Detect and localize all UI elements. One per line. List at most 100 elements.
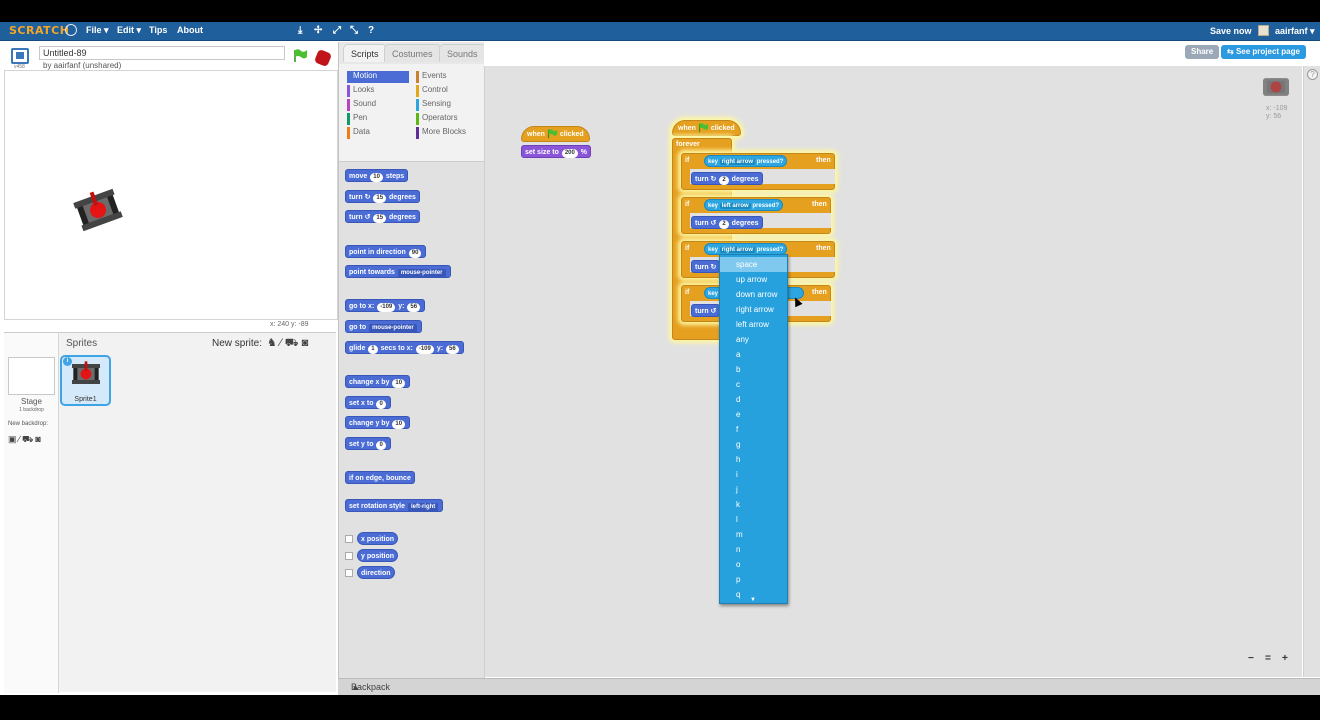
- backpack-bar[interactable]: Backpack ▲: [338, 678, 1320, 695]
- block-turn-right-2[interactable]: turn ↻ 2 degrees: [691, 172, 763, 185]
- block-turn-right-3[interactable]: turn ↻: [691, 260, 721, 273]
- info-icon[interactable]: i: [63, 357, 72, 366]
- key-pressed-sensor-2[interactable]: key left arrow pressed?: [704, 199, 784, 211]
- block-go-to-xy[interactable]: go to x: -109 y: 56: [345, 299, 426, 312]
- dropdown-option[interactable]: k: [720, 497, 787, 512]
- sprite-library-icon[interactable]: ♞: [267, 337, 280, 349]
- reporter-x-position[interactable]: x position: [357, 532, 399, 545]
- stage-canvas[interactable]: [4, 70, 338, 320]
- dropdown-option[interactable]: down arrow: [720, 287, 787, 302]
- sprite-thumbnail-sprite1[interactable]: i Sprite1: [60, 355, 111, 406]
- dropdown-option[interactable]: n: [720, 542, 787, 557]
- category-operators[interactable]: Operators: [416, 113, 458, 125]
- dropdown-option[interactable]: p: [720, 572, 787, 587]
- scripts-area[interactable]: when clicked set size to 200 % when clicke…: [484, 66, 1302, 677]
- category-sound[interactable]: Sound: [347, 99, 376, 111]
- project-title-input[interactable]: [39, 46, 285, 60]
- block-set-size[interactable]: set size to 200 %: [521, 145, 592, 158]
- language-globe-icon[interactable]: [65, 24, 77, 36]
- direction-checkbox[interactable]: [345, 569, 353, 577]
- block-help-icon[interactable]: ?: [368, 25, 374, 36]
- dropdown-option[interactable]: d: [720, 392, 787, 407]
- dropdown-option[interactable]: e: [720, 407, 787, 422]
- block-set-rotation-style[interactable]: set rotation style left-right: [345, 499, 444, 512]
- grow-icon[interactable]: ⤢: [333, 25, 341, 36]
- tank-sprite[interactable]: [72, 185, 124, 235]
- dropdown-option[interactable]: up arrow: [720, 272, 787, 287]
- dropdown-option[interactable]: space: [720, 257, 787, 272]
- see-project-page-button[interactable]: ⇆ See project page: [1221, 45, 1306, 59]
- menu-edit[interactable]: Edit ▾: [117, 25, 141, 36]
- dropdown-option[interactable]: l: [720, 512, 787, 527]
- upload-sprite-icon[interactable]: ⛟: [285, 337, 302, 349]
- key-pressed-sensor-1[interactable]: key right arrow pressed?: [704, 155, 788, 167]
- block-turn-right[interactable]: turn ↻ 15 degrees: [345, 190, 420, 203]
- share-button[interactable]: Share: [1185, 45, 1220, 59]
- dropdown-option[interactable]: right arrow: [720, 302, 787, 317]
- scratch-logo[interactable]: SCRATCH: [6, 24, 72, 39]
- user-menu[interactable]: aairfanf ▾: [1275, 26, 1315, 37]
- dropdown-option[interactable]: m: [720, 527, 787, 542]
- delete-cut-icon[interactable]: ✢: [314, 25, 322, 36]
- upload-backdrop-icon[interactable]: ⛟: [22, 434, 35, 444]
- help-icon[interactable]: ?: [1307, 69, 1318, 80]
- category-data[interactable]: Data: [347, 127, 370, 139]
- dropdown-option[interactable]: b: [720, 362, 787, 377]
- camera-sprite-icon[interactable]: ◙: [302, 337, 312, 349]
- tab-scripts[interactable]: Scripts: [343, 44, 387, 62]
- save-now-link[interactable]: Save now: [1210, 26, 1252, 36]
- block-turn-left-2[interactable]: turn ↺ 2 degrees: [691, 216, 763, 229]
- block-turn-left-3[interactable]: turn ↺: [691, 304, 721, 317]
- y-position-checkbox[interactable]: [345, 552, 353, 560]
- dropdown-option[interactable]: c: [720, 377, 787, 392]
- menu-tips[interactable]: Tips: [149, 25, 167, 35]
- dropdown-option[interactable]: left arrow: [720, 317, 787, 332]
- dropdown-option[interactable]: g: [720, 437, 787, 452]
- backdrop-library-icon[interactable]: ▣: [8, 434, 19, 444]
- block-turn-left[interactable]: turn ↺ 15 degrees: [345, 210, 420, 223]
- tab-sounds[interactable]: Sounds: [439, 44, 486, 62]
- green-flag-icon[interactable]: [293, 49, 308, 63]
- expand-arrow-icon[interactable]: ▲: [351, 682, 360, 692]
- dropdown-option[interactable]: any: [720, 332, 787, 347]
- block-set-x[interactable]: set x to 0: [345, 396, 391, 409]
- dropdown-option[interactable]: f: [720, 422, 787, 437]
- block-glide[interactable]: glide 1 secs to x: -109 y: 56: [345, 341, 464, 354]
- tab-costumes[interactable]: Costumes: [384, 44, 441, 62]
- key-dropdown-menu[interactable]: space up arrow down arrow right arrow le…: [719, 254, 788, 604]
- scroll-down-icon[interactable]: ▼: [750, 597, 756, 603]
- block-point-in-direction[interactable]: point in direction 90: [345, 245, 427, 258]
- block-move[interactable]: move 10 steps: [345, 169, 409, 182]
- dropdown-option[interactable]: i: [720, 467, 787, 482]
- when-flag-clicked-hat-2[interactable]: when clicked: [672, 120, 741, 136]
- user-avatar[interactable]: [1258, 25, 1269, 36]
- dropdown-option[interactable]: j: [720, 482, 787, 497]
- shrink-icon[interactable]: ⤡: [350, 25, 358, 36]
- when-flag-clicked-hat-1[interactable]: when clicked: [521, 126, 590, 142]
- reporter-direction[interactable]: direction: [357, 566, 395, 579]
- camera-backdrop-icon[interactable]: ◙: [35, 434, 42, 444]
- block-set-y[interactable]: set y to 0: [345, 437, 391, 450]
- category-events[interactable]: Events: [416, 71, 446, 83]
- x-position-checkbox[interactable]: [345, 535, 353, 543]
- fullscreen-icon[interactable]: [11, 48, 29, 64]
- dropdown-option[interactable]: h: [720, 452, 787, 467]
- category-sensing[interactable]: Sensing: [416, 99, 451, 111]
- dropdown-option[interactable]: a: [720, 347, 787, 362]
- duplicate-stamp-icon[interactable]: ⤓: [298, 25, 302, 36]
- stage-thumbnail[interactable]: [8, 357, 55, 395]
- category-more-blocks[interactable]: More Blocks: [416, 127, 466, 139]
- category-control[interactable]: Control: [416, 85, 448, 97]
- zoom-reset-icon[interactable]: =: [1265, 653, 1271, 664]
- block-point-towards[interactable]: point towards mouse-pointer: [345, 265, 451, 278]
- menu-file[interactable]: File ▾: [86, 25, 109, 36]
- block-change-y[interactable]: change y by 10: [345, 416, 411, 429]
- category-pen[interactable]: Pen: [347, 113, 367, 125]
- category-motion[interactable]: Motion: [347, 71, 409, 83]
- block-go-to[interactable]: go to mouse-pointer: [345, 320, 422, 333]
- zoom-out-icon[interactable]: −: [1248, 653, 1254, 664]
- block-change-x[interactable]: change x by 10: [345, 375, 411, 388]
- menu-about[interactable]: About: [177, 25, 203, 35]
- zoom-in-icon[interactable]: +: [1282, 653, 1288, 664]
- dropdown-option[interactable]: o: [720, 557, 787, 572]
